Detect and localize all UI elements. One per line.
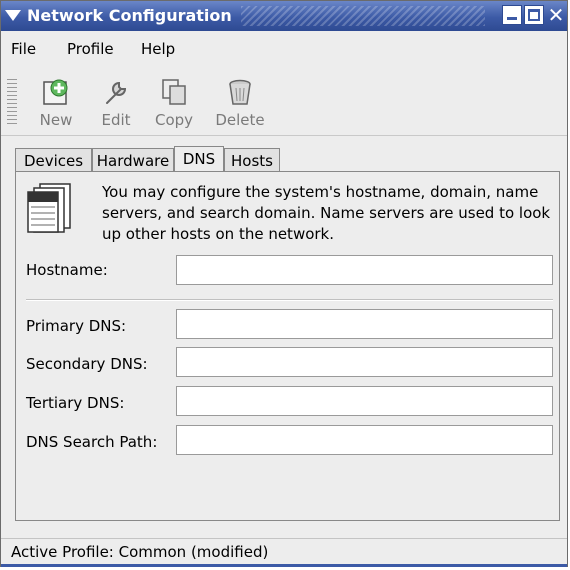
secondary-dns-input[interactable] bbox=[176, 347, 553, 377]
tab-dns[interactable]: DNS bbox=[174, 146, 224, 173]
delete-icon bbox=[229, 79, 251, 105]
tertiary-dns-input[interactable] bbox=[176, 386, 553, 416]
edit-icon bbox=[106, 81, 127, 104]
new-button[interactable]: New bbox=[27, 73, 85, 129]
maximize-button[interactable] bbox=[524, 5, 544, 25]
new-icon bbox=[43, 79, 68, 105]
edit-button[interactable]: Edit bbox=[87, 73, 145, 129]
delete-button[interactable]: Delete bbox=[211, 73, 269, 129]
delete-label: Delete bbox=[215, 111, 265, 129]
copy-icon bbox=[162, 79, 186, 105]
hostname-input[interactable] bbox=[176, 255, 553, 285]
dns-panel: You may configure the system's hostname,… bbox=[15, 171, 560, 521]
tab-hosts[interactable]: Hosts bbox=[224, 148, 280, 172]
toolbar-grip-handle[interactable] bbox=[7, 79, 17, 125]
tab-devices[interactable]: Devices bbox=[15, 148, 92, 172]
minimize-button[interactable] bbox=[502, 5, 522, 25]
dns-search-path-label: DNS Search Path: bbox=[26, 433, 158, 451]
primary-dns-label: Primary DNS: bbox=[26, 317, 127, 335]
copy-label: Copy bbox=[154, 111, 194, 129]
menu-profile[interactable]: Profile bbox=[67, 40, 114, 58]
active-profile-status: Active Profile: Common (modified) bbox=[11, 543, 269, 561]
tertiary-dns-label: Tertiary DNS: bbox=[26, 394, 125, 412]
window-menu-icon[interactable] bbox=[5, 10, 21, 21]
title-bar-texture bbox=[241, 6, 485, 26]
window-bottom-border bbox=[1, 564, 567, 567]
menu-bar: File Profile Help bbox=[1, 33, 567, 63]
close-button[interactable]: ✕ bbox=[546, 5, 566, 25]
dns-description: You may configure the system's hostname,… bbox=[102, 183, 551, 243]
secondary-dns-label: Secondary DNS: bbox=[26, 355, 148, 373]
menu-help[interactable]: Help bbox=[141, 40, 175, 58]
toolbar: New Edit Copy Delete bbox=[1, 67, 567, 136]
copy-button[interactable]: Copy bbox=[145, 73, 203, 129]
dns-list-icon bbox=[27, 183, 71, 233]
new-label: New bbox=[39, 111, 73, 129]
primary-dns-input[interactable] bbox=[176, 309, 553, 339]
menu-file[interactable]: File bbox=[11, 40, 36, 58]
separator bbox=[26, 299, 553, 301]
hostname-label: Hostname: bbox=[26, 261, 108, 279]
dns-search-path-input[interactable] bbox=[176, 425, 553, 455]
tab-hardware[interactable]: Hardware bbox=[92, 148, 174, 172]
window-title: Network Configuration bbox=[27, 6, 232, 25]
status-bar: Active Profile: Common (modified) bbox=[1, 538, 567, 565]
network-configuration-window: Network Configuration ✕ File Profile Hel… bbox=[0, 0, 568, 567]
title-bar[interactable]: Network Configuration ✕ bbox=[1, 1, 567, 31]
edit-label: Edit bbox=[101, 111, 131, 129]
